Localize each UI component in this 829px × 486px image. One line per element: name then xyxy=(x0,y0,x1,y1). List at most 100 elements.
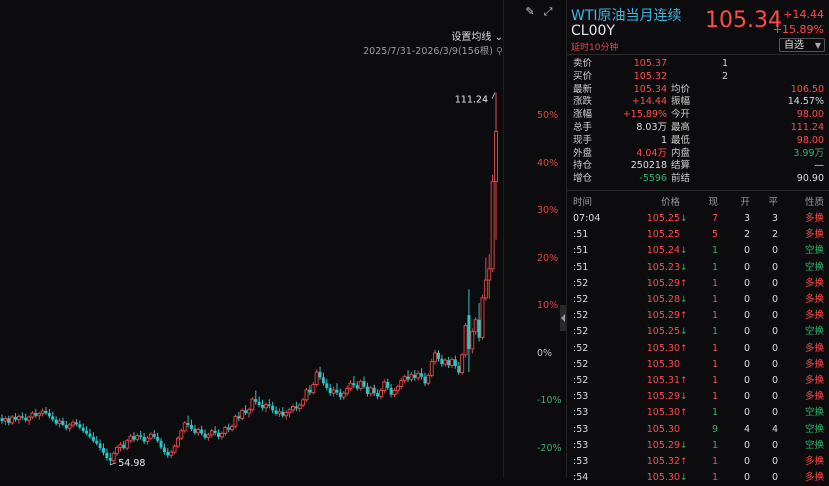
candle-body xyxy=(250,398,255,411)
candle-body xyxy=(284,411,289,417)
candle-body xyxy=(392,390,397,395)
candle-body xyxy=(365,386,369,394)
candlestick-chart[interactable]: 111.24 54.98 xyxy=(0,0,503,478)
header-time: 时间 xyxy=(573,197,593,208)
candle-body xyxy=(318,372,322,378)
tick-volume: 5 xyxy=(711,229,718,241)
tick-time: :52 xyxy=(573,277,589,289)
add-to-watchlist-button[interactable]: 自选 ▼ xyxy=(779,38,825,52)
tick-time: :52 xyxy=(573,375,589,386)
candle-body xyxy=(338,392,342,398)
low-price-label: 54.98 xyxy=(118,458,145,469)
quote-row: 外盘 4.04万 内盘 3.99万 xyxy=(567,148,829,160)
arrow-down-icon: ↓ xyxy=(680,246,688,257)
quote-value-secondary: 106.50 xyxy=(790,83,824,95)
tick-row: :52 105.31 ↑ 1 0 0 多换 xyxy=(567,373,829,389)
tick-price: 105.28 xyxy=(646,294,680,305)
tick-open: 0 xyxy=(743,439,750,451)
candle-body xyxy=(95,440,99,444)
tick-time: :54 xyxy=(573,472,589,484)
candle-body xyxy=(358,380,363,390)
candle-body xyxy=(209,430,214,436)
tick-nature: 多换 xyxy=(804,358,824,370)
candle-body xyxy=(162,447,166,453)
y-tick-label: 10% xyxy=(537,300,559,311)
candle-body xyxy=(206,434,211,438)
candle-body xyxy=(219,433,224,438)
candle-body xyxy=(27,416,32,421)
candle-body xyxy=(294,406,298,409)
tick-volume: 1 xyxy=(711,245,718,257)
instrument-name[interactable]: WTI原油当月连续 xyxy=(571,5,682,25)
tick-row: :53 105.30 ↑ 1 0 0 空换 xyxy=(567,405,829,421)
candle-body xyxy=(233,415,238,427)
quote-value-secondary: 98.00 xyxy=(796,134,824,146)
tick-time: :53 xyxy=(573,456,589,467)
tick-open: 3 xyxy=(743,213,750,224)
tick-close: 4 xyxy=(771,423,778,435)
tick-price: 105.30 xyxy=(646,472,680,484)
candle-body xyxy=(169,451,174,456)
quote-row: 总手 8.03万 最高 111.24 xyxy=(567,122,829,134)
tick-row: :53 105.29 ↓ 1 0 0 空换 xyxy=(567,438,829,454)
candle-body xyxy=(426,374,431,384)
candle-body xyxy=(244,410,248,414)
tick-row: :54 105.30 ↓ 1 0 0 多换 xyxy=(567,470,829,486)
instrument-code: CL00Y xyxy=(571,23,615,39)
candle-body xyxy=(480,297,485,339)
tick-price: 105.32 xyxy=(646,456,680,467)
tick-volume: 1 xyxy=(711,439,718,451)
quote-row: 涨跌 +14.44 振幅 14.57% xyxy=(567,96,829,108)
delay-note: 延时10分钟 xyxy=(571,43,619,53)
candle-body xyxy=(88,433,92,437)
candle-body xyxy=(67,424,72,429)
candle-body xyxy=(54,419,58,424)
candle-body xyxy=(261,405,265,408)
high-price-label: 111.24 xyxy=(455,95,488,106)
arrow-down-icon: ↓ xyxy=(680,295,688,305)
tick-open: 0 xyxy=(743,294,750,305)
candle-body xyxy=(217,432,221,437)
candle-body xyxy=(362,381,366,387)
candle-body xyxy=(115,446,119,454)
quote-value: 105.32 xyxy=(633,70,667,82)
tick-volume: 1 xyxy=(711,456,718,467)
candle-body xyxy=(314,371,319,386)
candle-body xyxy=(386,381,390,388)
tick-nature: 空换 xyxy=(804,423,824,435)
quote-value-secondary: — xyxy=(814,160,825,172)
tick-open: 2 xyxy=(743,229,750,241)
tick-nature: 多换 xyxy=(804,294,824,305)
tick-price: 105.29 xyxy=(646,310,680,322)
candle-body xyxy=(379,390,383,397)
tick-price: 105.24 xyxy=(646,245,680,257)
candle-body xyxy=(301,399,306,406)
candle-body xyxy=(85,430,89,434)
candle-body xyxy=(341,392,346,398)
tick-time: 07:04 xyxy=(573,213,601,224)
candle-body xyxy=(463,325,468,356)
tick-table-header: 时间 价格 现 开 平 性质 xyxy=(567,196,829,210)
tick-open: 0 xyxy=(743,310,750,322)
tick-open: 0 xyxy=(743,407,750,419)
candle-body xyxy=(37,413,42,417)
quote-value-secondary: 3.99万 xyxy=(793,147,824,159)
candle-body xyxy=(71,421,76,426)
change-absolute: +14.44 xyxy=(783,8,824,21)
tick-time: :51 xyxy=(573,245,589,257)
tick-time: :52 xyxy=(573,358,589,370)
candle-body xyxy=(14,417,18,420)
tick-nature: 多换 xyxy=(804,456,824,467)
candle-body xyxy=(453,359,457,367)
tick-row: :52 105.30 ↑ 1 0 0 多换 xyxy=(567,341,829,357)
tick-time: :53 xyxy=(573,407,589,419)
quote-label-secondary: 均价 xyxy=(671,83,691,95)
arrow-down-icon: ↓ xyxy=(680,327,688,338)
quote-row: 买价 105.32 2 xyxy=(567,71,829,83)
tick-nature: 多换 xyxy=(804,342,824,354)
tick-row: :52 105.29 ↑ 1 0 0 多换 xyxy=(567,308,829,324)
y-tick-label: 50% xyxy=(537,110,559,121)
kline-chart-pane[interactable]: ✎ ⤢ 设置均线 ⌄ 2025/7/31-2026/3/9(156根) ⚲ 11… xyxy=(0,0,562,478)
candle-body xyxy=(477,319,481,338)
candle-body xyxy=(483,279,488,299)
